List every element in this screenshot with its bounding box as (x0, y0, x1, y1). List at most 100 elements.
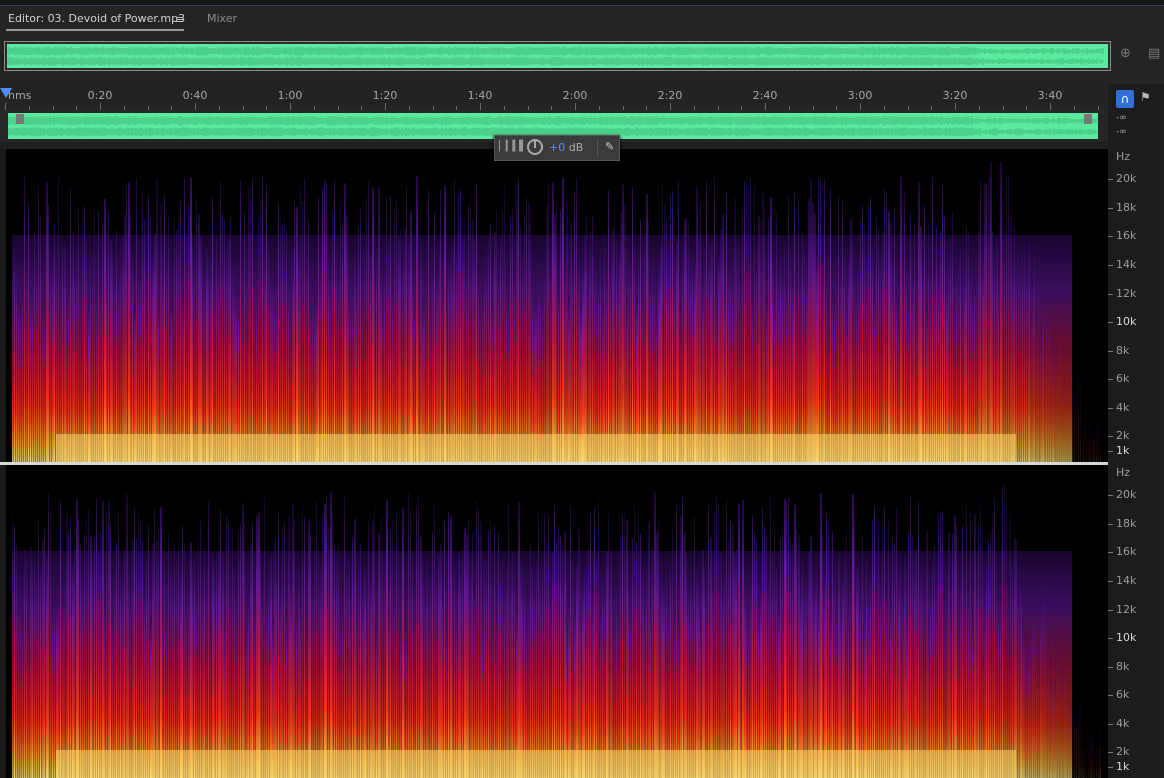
spectrum-streak (738, 235, 739, 462)
spectral-display-left-channel[interactable] (6, 149, 1108, 462)
frequency-label: 1k (1116, 760, 1130, 773)
spectrum-streak (746, 176, 747, 462)
spectrum-streak (730, 264, 731, 462)
spectrum-streak (52, 257, 54, 462)
snap-magnet-icon[interactable]: ∩ (1116, 90, 1134, 108)
level-knob-icon[interactable] (527, 139, 543, 155)
spectrum-streak (484, 557, 485, 778)
spectrum-streak (72, 230, 74, 462)
spectrum-streak (750, 581, 752, 778)
spectrum-streak (16, 264, 17, 462)
spectrum-streak (542, 565, 543, 778)
spectrum-streak (562, 545, 563, 778)
spectrum-streak (44, 526, 45, 778)
spectrum-streak (950, 240, 951, 462)
spectrum-streak (1086, 746, 1087, 778)
spectrum-streak (488, 238, 489, 462)
spectrum-streak (708, 232, 709, 462)
spectrum-streak (38, 520, 39, 778)
spectrum-streak (868, 204, 869, 462)
spectrum-streak (728, 271, 729, 462)
spectrum-streak (640, 219, 641, 462)
ruler-tick-label: 0:20 (87, 89, 113, 102)
spectrum-low-band (56, 750, 1016, 778)
spectrum-streak (464, 527, 466, 778)
spectrum-streak (18, 599, 19, 778)
spectrum-streak (940, 232, 941, 462)
spectrum-streak (826, 511, 827, 778)
spectrum-streak (250, 542, 252, 778)
spectrum-streak (862, 205, 863, 462)
spectrum-streak (324, 504, 326, 778)
zoom-icon[interactable]: ⊕ (1120, 46, 1131, 61)
spectrum-streak (654, 264, 655, 462)
playhead-marker[interactable] (0, 88, 12, 98)
spectrum-streak (174, 216, 175, 462)
spectrum-streak (1078, 370, 1079, 462)
spectrum-streak (98, 550, 99, 778)
marker-flag-icon[interactable]: ⚑ (1140, 90, 1151, 104)
spectrum-streak (1064, 651, 1066, 778)
level-hud[interactable]: ▏▎▍▌ +0 dB ✎ (494, 135, 620, 161)
spectrum-streak (520, 561, 522, 778)
tab-editor[interactable]: Editor: 03. Devoid of Power.mp3 (8, 12, 185, 25)
fade-out-handle[interactable] (1084, 114, 1092, 124)
spectrum-streak (868, 590, 869, 778)
spectrum-streak (256, 515, 258, 778)
time-ruler[interactable]: hms 0:20 0:40 1:00 1:20 1:40 2:00 2:20 2:40 3:00… (0, 84, 1108, 110)
spectrum-streak (458, 553, 460, 778)
spectrum-streak (274, 537, 276, 778)
spectrum-streak (658, 270, 660, 462)
spectrum-streak (784, 499, 786, 778)
spectrum-streak (1082, 423, 1084, 462)
spectrum-streak (160, 201, 162, 462)
ruler-tick (1050, 103, 1051, 110)
tab-menu-icon[interactable]: ≡ (175, 13, 184, 26)
frequency-label: 2k (1116, 745, 1130, 758)
spectrum-streak (214, 566, 215, 778)
overview-zoom-range[interactable] (4, 41, 1111, 71)
spectrum-streak (168, 533, 169, 778)
spectrum-streak (1030, 616, 1031, 778)
spectrum-streak (268, 575, 269, 778)
spectrum-streak (410, 211, 412, 462)
ruler-tick (955, 103, 956, 110)
spectrum-streak (120, 239, 121, 462)
tab-mixer[interactable]: Mixer (207, 12, 237, 25)
fade-in-handle[interactable] (16, 114, 24, 124)
spectrum-streak (886, 191, 887, 462)
spectrum-streak (208, 260, 209, 462)
spectrum-streak (582, 269, 584, 462)
spectrum-streak (344, 183, 346, 462)
spectrum-streak (202, 581, 204, 778)
spectrum-streak (468, 518, 469, 778)
spectrum-streak (332, 512, 333, 778)
spectrum-streak (702, 549, 704, 778)
spectrum-streak (692, 259, 693, 462)
spectrum-streak (878, 516, 879, 778)
spectrum-streak (412, 273, 413, 462)
spectrum-streak (1084, 747, 1085, 778)
spectrum-streak (852, 220, 853, 462)
spectrum-streak (148, 523, 149, 778)
spectrum-streak (164, 550, 165, 778)
spectral-display-right-channel[interactable] (6, 465, 1108, 778)
spectrum-streak (294, 200, 295, 462)
spectrum-streak (718, 502, 719, 778)
spectrum-streak (84, 206, 85, 462)
frequency-label: 4k (1116, 401, 1130, 414)
spectrum-streak (90, 262, 91, 462)
spectrum-streak (362, 586, 364, 778)
spectrum-streak (30, 286, 31, 462)
pin-icon[interactable]: ✎ (605, 140, 614, 153)
spectrum-streak (210, 259, 212, 462)
spectrum-streak (818, 589, 820, 778)
spectrum-streak (864, 222, 865, 462)
spectrum-streak (638, 505, 639, 778)
spectrum-streak (678, 180, 679, 462)
spectrum-streak (1056, 647, 1057, 778)
level-value[interactable]: +0 dB (549, 141, 583, 154)
spectrum-streak (978, 230, 980, 462)
panel-icon[interactable]: ▤ (1148, 46, 1160, 61)
spectrum-streak (386, 194, 387, 462)
